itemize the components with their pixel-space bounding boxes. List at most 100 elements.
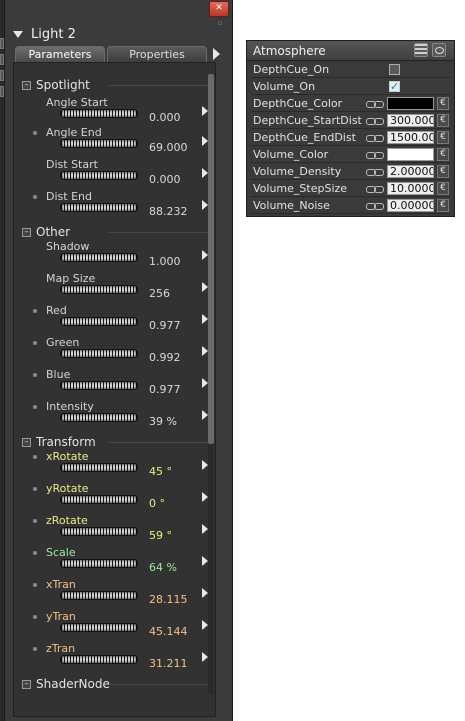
keyframe-dot-icon bbox=[33, 309, 37, 313]
param-value[interactable]: 69.000 bbox=[149, 141, 188, 154]
atmosphere-row: DepthCue_Color € bbox=[251, 96, 451, 112]
param-dial[interactable] bbox=[60, 317, 138, 326]
link-chain-icon[interactable] bbox=[366, 101, 384, 108]
tab-parameters[interactable]: Parameters bbox=[15, 46, 105, 62]
param-value[interactable]: 64 % bbox=[149, 561, 177, 574]
param-row: Dist Start 0.000 bbox=[14, 158, 215, 191]
collapse-toggle-icon[interactable]: – bbox=[22, 437, 31, 447]
row-menu-button[interactable]: € bbox=[437, 97, 449, 110]
param-label: Dist Start bbox=[46, 158, 98, 171]
number-field[interactable]: 0.000000 bbox=[387, 199, 434, 212]
param-dial[interactable] bbox=[60, 591, 138, 600]
link-chain-icon[interactable] bbox=[366, 169, 384, 176]
panel-title-row[interactable]: Light 2 bbox=[13, 25, 76, 43]
param-value[interactable]: 0.977 bbox=[149, 383, 181, 396]
atmosphere-panel: Atmosphere DepthCue_On Volume_On ✓ DepthCue… bbox=[246, 40, 455, 217]
row-menu-button[interactable]: € bbox=[437, 148, 449, 161]
param-value[interactable]: 0.000 bbox=[149, 111, 181, 124]
scrollbar-thumb[interactable] bbox=[208, 74, 214, 444]
keyframe-dot-icon bbox=[33, 405, 37, 409]
checkbox[interactable]: ✓ bbox=[389, 81, 400, 92]
collapse-toggle-icon[interactable]: – bbox=[22, 679, 31, 689]
param-value[interactable]: 45 ° bbox=[149, 465, 172, 478]
param-row: Shadow 1.000 bbox=[14, 240, 215, 273]
link-chain-icon[interactable] bbox=[366, 118, 384, 125]
atmosphere-row: DepthCue_EndDist 1500.0000€ bbox=[251, 130, 451, 146]
row-menu-button[interactable]: € bbox=[437, 165, 449, 178]
keyframe-dot-icon bbox=[33, 519, 37, 523]
tab-properties[interactable]: Properties bbox=[107, 46, 207, 62]
menu-icon[interactable] bbox=[414, 43, 428, 57]
param-dial[interactable] bbox=[60, 655, 138, 664]
param-dial[interactable] bbox=[60, 381, 138, 390]
param-dial[interactable] bbox=[60, 623, 138, 632]
keyframe-dot-icon bbox=[33, 373, 37, 377]
group-label: Other bbox=[36, 225, 71, 239]
param-row: Intensity 39 % bbox=[14, 400, 215, 433]
row-menu-button[interactable]: € bbox=[437, 131, 449, 144]
number-field[interactable]: 10.00000 bbox=[387, 182, 434, 195]
param-value[interactable]: 39 % bbox=[149, 415, 177, 428]
close-button[interactable]: ✕ bbox=[209, 1, 229, 17]
param-value[interactable]: 0.992 bbox=[149, 351, 181, 364]
param-value[interactable]: 0.977 bbox=[149, 319, 181, 332]
collapse-toggle-icon[interactable]: – bbox=[22, 80, 31, 90]
link-chain-icon[interactable] bbox=[366, 152, 384, 159]
keyframe-dot-icon bbox=[33, 647, 37, 651]
param-value[interactable]: 0.000 bbox=[149, 173, 181, 186]
param-label: Angle Start bbox=[46, 96, 108, 109]
color-swatch[interactable] bbox=[387, 148, 434, 161]
param-dial[interactable] bbox=[60, 285, 138, 294]
link-chain-icon[interactable] bbox=[366, 203, 384, 210]
param-dial[interactable] bbox=[60, 349, 138, 358]
group-header-other[interactable]: – Other bbox=[22, 223, 70, 241]
checkbox[interactable] bbox=[389, 64, 400, 75]
param-value[interactable]: 256 bbox=[149, 287, 170, 300]
param-dial[interactable] bbox=[60, 253, 138, 262]
link-icon[interactable] bbox=[432, 43, 446, 57]
param-label: Green bbox=[46, 336, 80, 349]
atmosphere-row: DepthCue_StartDist 300.0000€ bbox=[251, 113, 451, 129]
resize-grip-icon[interactable]: ▫ bbox=[218, 19, 223, 27]
param-value[interactable]: 88.232 bbox=[149, 205, 188, 218]
param-dial[interactable] bbox=[60, 171, 138, 180]
param-value[interactable]: 45.144 bbox=[149, 625, 188, 638]
param-dial[interactable] bbox=[60, 463, 138, 472]
row-menu-button[interactable]: € bbox=[437, 199, 449, 212]
param-dial[interactable] bbox=[60, 559, 138, 568]
row-menu-button[interactable]: € bbox=[437, 182, 449, 195]
atmosphere-row: Volume_On ✓ bbox=[251, 79, 451, 95]
param-label: Shadow bbox=[46, 240, 90, 253]
param-value[interactable]: 1.000 bbox=[149, 255, 181, 268]
number-field[interactable]: 1500.0000 bbox=[387, 131, 434, 144]
number-field[interactable]: 300.0000 bbox=[387, 114, 434, 127]
link-chain-icon[interactable] bbox=[366, 135, 384, 142]
param-value[interactable]: 28.115 bbox=[149, 593, 188, 606]
number-field[interactable]: 2.000000 bbox=[387, 165, 434, 178]
param-value[interactable]: 0 ° bbox=[149, 497, 165, 510]
param-value[interactable]: 31.211 bbox=[149, 657, 188, 670]
param-dial[interactable] bbox=[60, 203, 138, 212]
group-header-shadernode[interactable]: – ShaderNode bbox=[22, 675, 110, 693]
link-chain-icon[interactable] bbox=[366, 186, 384, 193]
param-label: Map Size bbox=[46, 272, 96, 285]
collapse-triangle-icon[interactable] bbox=[13, 30, 23, 38]
param-dial[interactable] bbox=[60, 527, 138, 536]
atmosphere-row-label: DepthCue_EndDist bbox=[253, 131, 356, 144]
color-swatch[interactable] bbox=[387, 97, 434, 110]
param-row: zRotate 59 ° bbox=[14, 514, 215, 547]
param-dial[interactable] bbox=[60, 109, 138, 118]
collapse-toggle-icon[interactable]: – bbox=[22, 227, 31, 237]
param-dial[interactable] bbox=[60, 413, 138, 422]
group-header-transform[interactable]: – Transform bbox=[22, 433, 96, 451]
scrollbar[interactable] bbox=[208, 74, 214, 694]
tab-scroll-arrow-icon[interactable] bbox=[213, 48, 220, 60]
group-header-spotlight[interactable]: – Spotlight bbox=[22, 76, 90, 94]
param-dial[interactable] bbox=[60, 139, 138, 148]
param-dial[interactable] bbox=[60, 495, 138, 504]
param-value[interactable]: 59 ° bbox=[149, 529, 172, 542]
atmosphere-row-label: Volume_StepSize bbox=[253, 182, 348, 195]
row-menu-button[interactable]: € bbox=[437, 114, 449, 127]
group-divider bbox=[109, 232, 213, 233]
param-row: xTran 28.115 bbox=[14, 578, 215, 611]
